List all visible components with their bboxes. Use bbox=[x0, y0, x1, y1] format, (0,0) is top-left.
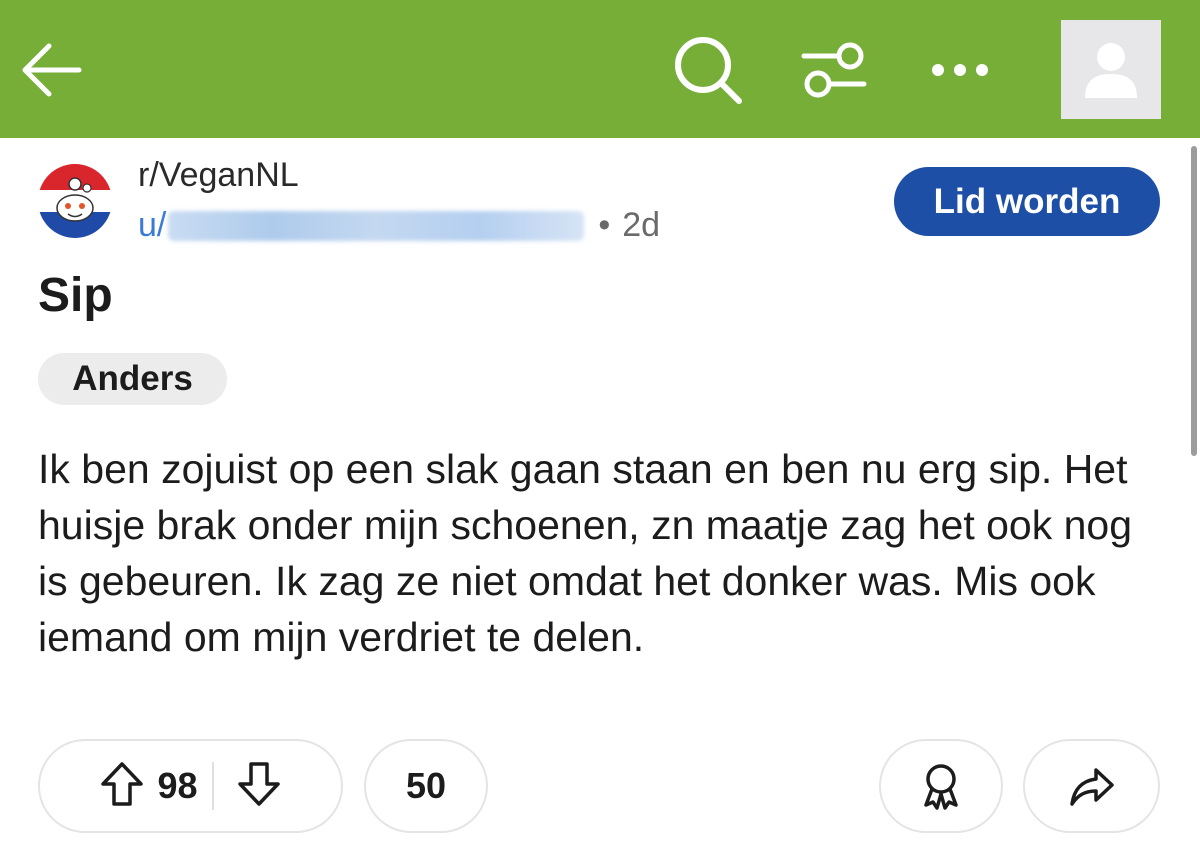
subreddit-logo-icon bbox=[38, 164, 112, 238]
more-horizontal-icon bbox=[932, 64, 988, 76]
vote-divider bbox=[211, 762, 214, 810]
meta-separator: • bbox=[598, 206, 611, 244]
award-icon bbox=[924, 764, 958, 810]
arrow-down-icon bbox=[237, 761, 280, 806]
comment-count: 50 bbox=[405, 765, 447, 806]
arrow-left-icon bbox=[22, 43, 82, 97]
filter-button[interactable] bbox=[794, 30, 874, 110]
user-avatar-icon bbox=[1085, 42, 1137, 98]
arrow-up-icon bbox=[101, 761, 144, 806]
profile-avatar-button[interactable] bbox=[1061, 20, 1161, 119]
filter-sliders-icon bbox=[801, 42, 867, 98]
subreddit-avatar[interactable] bbox=[38, 164, 112, 238]
subreddit-name-link[interactable]: r/VeganNL bbox=[138, 156, 299, 195]
post-meta: u/ • 2d bbox=[138, 206, 660, 245]
award-button[interactable] bbox=[879, 739, 1003, 833]
search-icon bbox=[675, 37, 742, 104]
vote-bar: 98 bbox=[38, 739, 343, 833]
author-username-redacted[interactable] bbox=[168, 210, 585, 241]
search-button[interactable] bbox=[668, 30, 748, 110]
author-prefix[interactable]: u/ bbox=[138, 206, 166, 245]
post-body: Ik ben zojuist op een slak gaan staan en… bbox=[38, 446, 1133, 660]
share-button[interactable] bbox=[1023, 739, 1160, 833]
more-options-button[interactable] bbox=[920, 30, 1000, 110]
post-time: 2d bbox=[622, 206, 661, 244]
scrollbar[interactable] bbox=[1191, 146, 1197, 456]
join-button[interactable]: Lid worden bbox=[894, 167, 1160, 236]
top-app-bar bbox=[0, 0, 1200, 138]
post-flair[interactable]: Anders bbox=[38, 353, 227, 405]
upvote-button[interactable] bbox=[99, 760, 145, 813]
post-title: Sip bbox=[38, 269, 113, 322]
share-icon bbox=[1069, 768, 1114, 806]
downvote-button[interactable] bbox=[236, 760, 282, 813]
back-button[interactable] bbox=[10, 30, 90, 110]
vote-score: 98 bbox=[157, 765, 198, 806]
comments-button[interactable]: 50 bbox=[364, 739, 488, 833]
